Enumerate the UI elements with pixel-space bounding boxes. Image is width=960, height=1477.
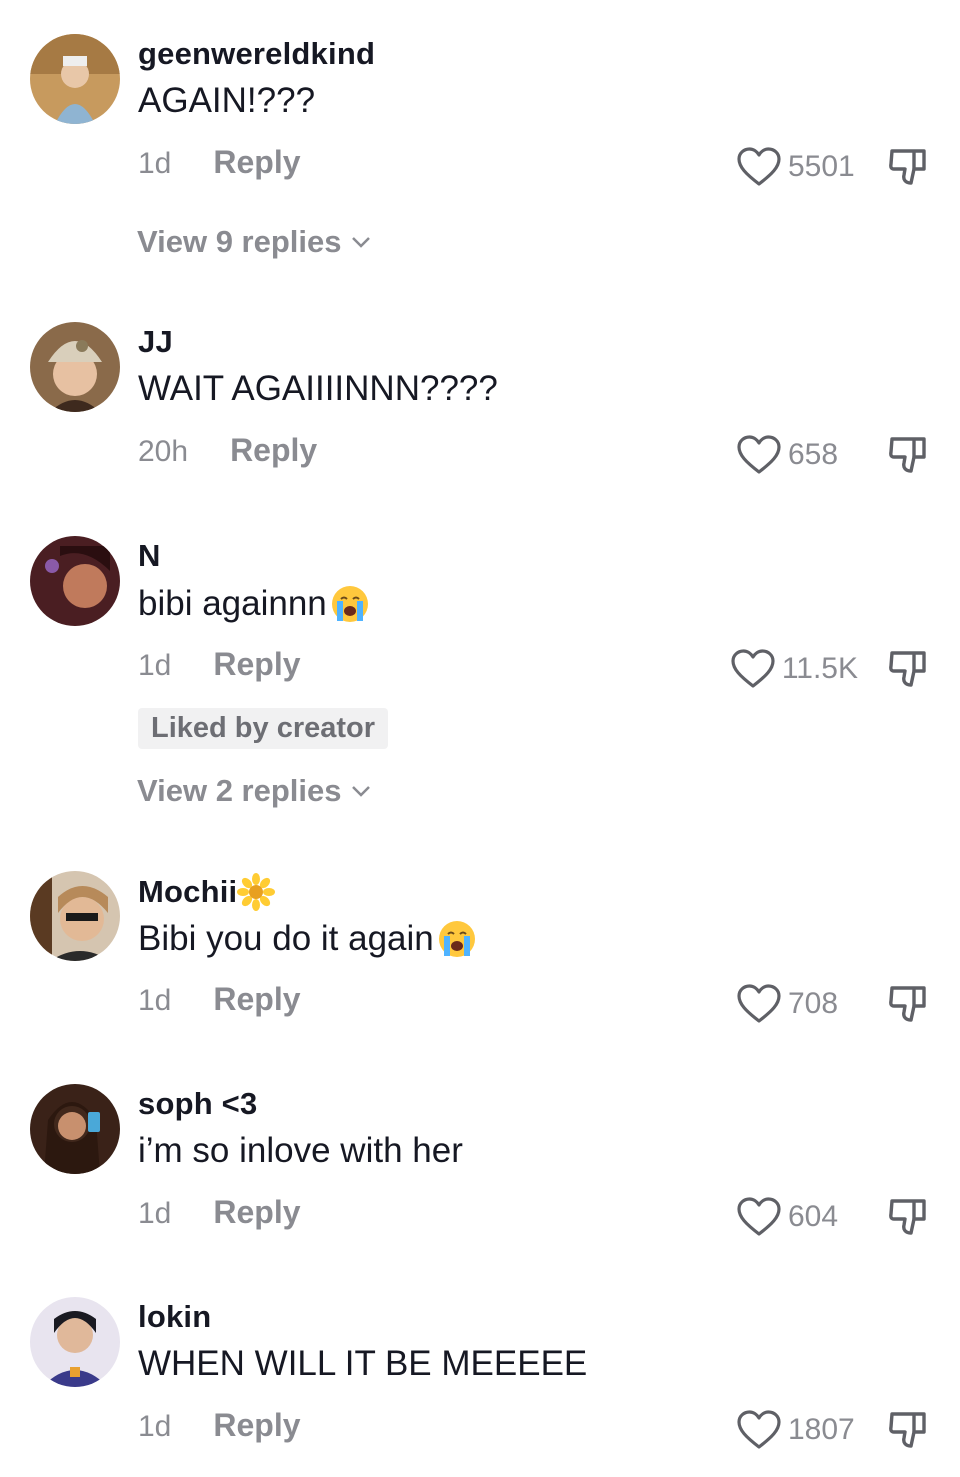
like-count: 658 bbox=[788, 438, 839, 471]
chevron-down-icon bbox=[351, 237, 370, 248]
comment-username-text: Mochii bbox=[138, 874, 238, 909]
reply-button[interactable]: Reply bbox=[213, 1407, 300, 1444]
comment-time: 1d bbox=[138, 649, 172, 682]
like-area: 604 bbox=[736, 1196, 930, 1238]
crying-face-icon bbox=[331, 586, 368, 622]
avatar-image bbox=[30, 1084, 120, 1174]
comment-time: 1d bbox=[138, 1410, 172, 1443]
avatar[interactable] bbox=[30, 871, 120, 961]
like-count: 5501 bbox=[788, 150, 855, 183]
comment-meta: 1d Reply bbox=[138, 981, 301, 1018]
reply-button[interactable]: Reply bbox=[230, 432, 317, 469]
reply-button[interactable]: Reply bbox=[213, 1194, 300, 1231]
comment-text-content: AGAIN!??? bbox=[138, 81, 316, 120]
avatar[interactable] bbox=[30, 34, 120, 124]
sunflower-icon bbox=[237, 873, 276, 911]
like-area: 658 bbox=[736, 434, 930, 476]
comment-text: WAIT AGAIIIINNN???? bbox=[138, 369, 498, 409]
avatar[interactable] bbox=[30, 536, 120, 626]
heart-icon[interactable] bbox=[736, 983, 782, 1025]
view-replies-button[interactable]: View 9 replies bbox=[137, 224, 372, 260]
comment-meta: 1d Reply bbox=[138, 1194, 301, 1231]
comment-time: 20h bbox=[138, 435, 189, 468]
comment-username[interactable]: soph <3 bbox=[138, 1086, 257, 1122]
heart-icon[interactable] bbox=[736, 1196, 782, 1238]
crying-face-icon bbox=[438, 921, 475, 957]
like-area: 11.5K bbox=[730, 648, 930, 690]
like-area: 1807 bbox=[736, 1409, 930, 1451]
comment-text-content: WAIT AGAIIIINNN???? bbox=[138, 369, 498, 408]
avatar-image bbox=[30, 322, 120, 412]
comment-username[interactable]: geenwereldkind bbox=[138, 36, 375, 72]
comment-text-content: WHEN WILL IT BE MEEEEE bbox=[138, 1344, 588, 1383]
comment-text: bibi againnn bbox=[138, 583, 371, 625]
like-count: 708 bbox=[788, 987, 839, 1020]
comment-meta: 20h Reply bbox=[138, 432, 317, 469]
comment-meta: 1d Reply bbox=[138, 144, 301, 181]
reply-button[interactable]: Reply bbox=[213, 646, 300, 683]
chevron-down-icon bbox=[351, 786, 370, 797]
heart-icon[interactable] bbox=[736, 1409, 782, 1451]
comment-time: 1d bbox=[138, 147, 172, 180]
avatar-image bbox=[30, 34, 120, 124]
dislike-icon[interactable] bbox=[886, 984, 930, 1024]
dislike-icon[interactable] bbox=[886, 649, 930, 689]
comment-text: WHEN WILL IT BE MEEEEE bbox=[138, 1344, 587, 1384]
like-area: 5501 bbox=[736, 146, 930, 188]
comment-meta: 1d Reply bbox=[138, 646, 301, 683]
comment-text-content: i’m so inlove with her bbox=[138, 1131, 463, 1170]
reply-button[interactable]: Reply bbox=[213, 144, 300, 181]
like-area: 708 bbox=[736, 983, 930, 1025]
dislike-icon[interactable] bbox=[886, 435, 930, 475]
reply-button[interactable]: Reply bbox=[213, 981, 300, 1018]
view-replies-label: View 9 replies bbox=[137, 224, 342, 259]
dislike-icon[interactable] bbox=[886, 1197, 930, 1237]
liked-by-creator-badge: Liked by creator bbox=[138, 708, 389, 749]
like-count: 1807 bbox=[788, 1413, 855, 1446]
heart-icon[interactable] bbox=[730, 648, 776, 690]
comment-username[interactable]: Mochii bbox=[138, 873, 276, 911]
avatar-image bbox=[30, 871, 120, 961]
heart-icon[interactable] bbox=[736, 434, 782, 476]
comment-time: 1d bbox=[138, 984, 172, 1017]
comment-username[interactable]: JJ bbox=[138, 324, 173, 360]
dislike-icon[interactable] bbox=[886, 147, 930, 187]
comment-text: AGAIN!??? bbox=[138, 81, 315, 121]
heart-icon[interactable] bbox=[736, 146, 782, 188]
comment-meta: 1d Reply bbox=[138, 1407, 301, 1444]
comment-time: 1d bbox=[138, 1197, 172, 1230]
comment-text-content: bibi againnn bbox=[138, 584, 327, 623]
comment-text: i’m so inlove with her bbox=[138, 1131, 463, 1171]
avatar[interactable] bbox=[30, 1084, 120, 1174]
view-replies-button[interactable]: View 2 replies bbox=[137, 773, 372, 809]
like-count: 604 bbox=[788, 1200, 839, 1233]
avatar-image bbox=[30, 1297, 120, 1387]
comment-text-content: Bibi you do it again bbox=[138, 919, 434, 958]
avatar[interactable] bbox=[30, 1297, 120, 1387]
comment-username[interactable]: lokin bbox=[138, 1299, 211, 1335]
like-count: 11.5K bbox=[781, 652, 858, 685]
comment-text: Bibi you do it again bbox=[138, 918, 478, 960]
dislike-icon[interactable] bbox=[886, 1410, 930, 1450]
comment-username[interactable]: N bbox=[138, 538, 161, 574]
view-replies-label: View 2 replies bbox=[137, 773, 342, 808]
avatar[interactable] bbox=[30, 322, 120, 412]
avatar-image bbox=[30, 536, 120, 626]
